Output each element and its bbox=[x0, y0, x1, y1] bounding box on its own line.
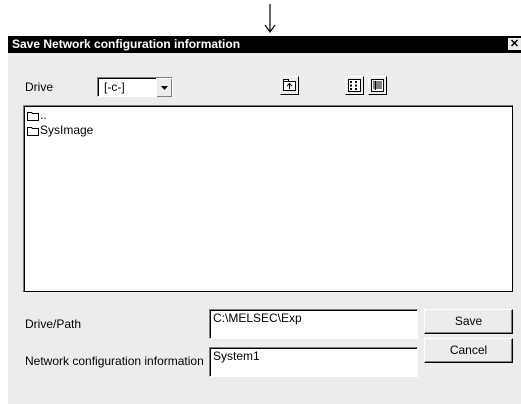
save-dialog: Save Network configuration information ✕… bbox=[7, 35, 521, 404]
list-view-button[interactable] bbox=[345, 76, 364, 95]
list-item-label: .. bbox=[40, 108, 47, 122]
cancel-button[interactable]: Cancel bbox=[424, 338, 513, 363]
details-view-button[interactable] bbox=[368, 76, 387, 95]
drive-select[interactable]: [-c-] bbox=[97, 77, 173, 97]
folder-icon bbox=[27, 127, 39, 136]
chevron-down-icon bbox=[161, 86, 168, 90]
dialog-title: Save Network configuration information bbox=[12, 37, 241, 51]
drive-value: [-c-] bbox=[104, 80, 125, 94]
title-bar: Save Network configuration information ✕ bbox=[8, 36, 521, 53]
list-item[interactable]: .. bbox=[27, 107, 47, 123]
file-list[interactable]: .. SysImage bbox=[23, 105, 513, 292]
pointer-arrow-icon bbox=[262, 0, 278, 34]
network-info-field[interactable]: System1 bbox=[209, 347, 418, 377]
list-view-icon bbox=[348, 79, 361, 92]
up-folder-button[interactable] bbox=[280, 76, 299, 95]
save-button[interactable]: Save bbox=[424, 309, 513, 334]
network-info-value: System1 bbox=[213, 349, 260, 363]
network-info-label: Network configuration information bbox=[25, 354, 204, 368]
list-item-label: SysImage bbox=[40, 123, 94, 137]
drive-label: Drive bbox=[25, 80, 54, 94]
close-icon[interactable]: ✕ bbox=[508, 38, 521, 50]
drive-path-field[interactable]: C:\MELSEC\Exp bbox=[209, 309, 418, 339]
folder-icon bbox=[27, 112, 39, 121]
details-view-icon bbox=[371, 79, 384, 92]
up-folder-icon bbox=[283, 79, 296, 91]
drive-path-label: Drive/Path bbox=[25, 317, 82, 331]
list-item[interactable]: SysImage bbox=[27, 122, 93, 138]
dropdown-button[interactable] bbox=[156, 78, 172, 97]
drive-path-value: C:\MELSEC\Exp bbox=[213, 311, 302, 325]
